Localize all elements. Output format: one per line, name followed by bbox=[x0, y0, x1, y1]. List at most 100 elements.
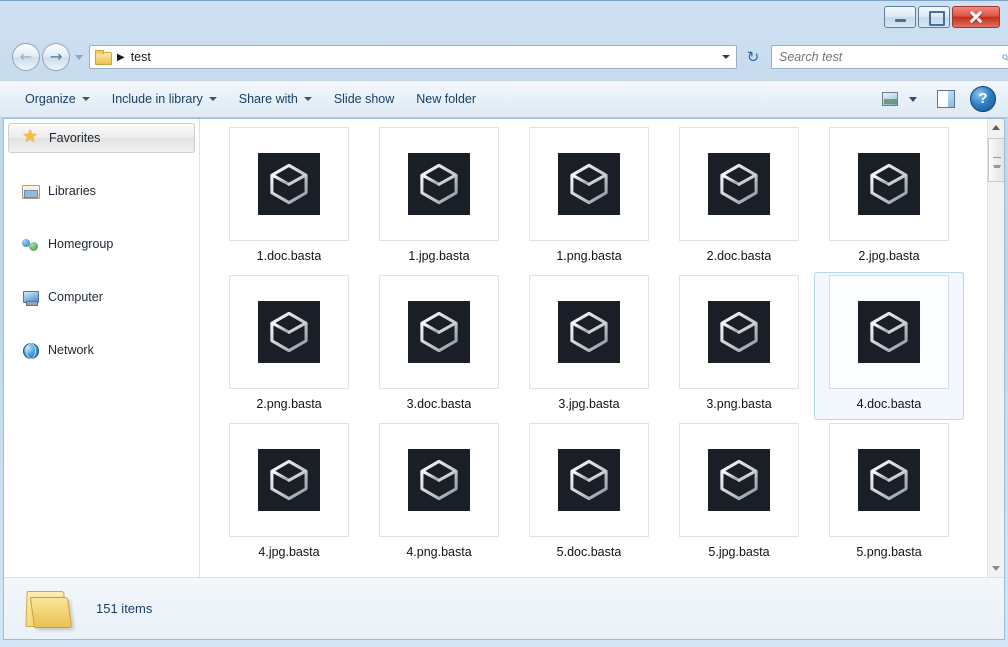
breadcrumb-separator-icon: ▶ bbox=[117, 51, 125, 63]
file-thumbnail bbox=[379, 127, 499, 241]
address-bar[interactable]: ▶ test bbox=[89, 45, 737, 69]
file-thumbnail bbox=[679, 423, 799, 537]
forward-arrow-icon: → bbox=[49, 47, 63, 66]
include-in-library-button[interactable]: Include in library bbox=[101, 86, 228, 112]
search-icon: ⌕ bbox=[1001, 49, 1008, 65]
chevron-down-icon bbox=[208, 97, 217, 101]
sidebar-item-favorites[interactable]: Favorites bbox=[8, 123, 195, 153]
computer-icon bbox=[22, 289, 39, 306]
file-thumbnail bbox=[679, 127, 799, 241]
file-item[interactable]: 1.jpg.basta bbox=[364, 124, 514, 272]
maximize-button[interactable] bbox=[918, 6, 950, 28]
search-input[interactable]: Search test bbox=[779, 50, 1001, 64]
new-folder-button[interactable]: New folder bbox=[405, 86, 487, 112]
organize-label: Organize bbox=[25, 92, 76, 106]
file-item[interactable]: 2.jpg.basta bbox=[814, 124, 964, 272]
file-name-label: 1.jpg.basta bbox=[408, 249, 470, 263]
slide-show-button[interactable]: Slide show bbox=[323, 86, 405, 112]
file-item[interactable]: 1.doc.basta bbox=[214, 124, 364, 272]
basta-cube-icon bbox=[858, 153, 920, 215]
sidebar-item-libraries[interactable]: Libraries bbox=[8, 176, 195, 206]
window-controls bbox=[884, 6, 1000, 28]
file-thumbnail bbox=[229, 127, 349, 241]
address-dropdown-icon[interactable] bbox=[718, 46, 734, 68]
refresh-button[interactable]: ↻ bbox=[740, 45, 766, 69]
file-thumbnail bbox=[829, 423, 949, 537]
basta-cube-icon bbox=[558, 449, 620, 511]
organize-button[interactable]: Organize bbox=[14, 86, 101, 112]
vertical-scrollbar[interactable] bbox=[987, 119, 1004, 577]
basta-cube-icon bbox=[408, 449, 470, 511]
file-thumbnail bbox=[829, 275, 949, 389]
basta-cube-icon bbox=[258, 449, 320, 511]
basta-cube-icon bbox=[708, 301, 770, 363]
file-name-label: 3.jpg.basta bbox=[558, 397, 620, 411]
sidebar-item-computer[interactable]: Computer bbox=[8, 282, 195, 312]
sidebar-item-label: Computer bbox=[48, 290, 103, 304]
back-button[interactable]: ← bbox=[12, 43, 40, 71]
basta-cube-icon bbox=[558, 301, 620, 363]
file-name-label: 4.doc.basta bbox=[856, 397, 922, 411]
file-item[interactable]: 1.png.basta bbox=[514, 124, 664, 272]
preview-pane-icon[interactable] bbox=[932, 87, 960, 111]
scroll-up-arrow[interactable] bbox=[988, 119, 1004, 136]
basta-cube-icon bbox=[408, 301, 470, 363]
basta-cube-icon bbox=[258, 301, 320, 363]
basta-cube-icon bbox=[558, 153, 620, 215]
open-folder-icon bbox=[22, 587, 74, 631]
file-item[interactable]: 3.png.basta bbox=[664, 272, 814, 420]
file-item[interactable]: 3.doc.basta bbox=[364, 272, 514, 420]
file-item[interactable]: 5.doc.basta bbox=[514, 420, 664, 568]
search-box[interactable]: Search test ⌕ bbox=[771, 45, 1008, 69]
sidebar-item-homegroup[interactable]: Homegroup bbox=[8, 229, 195, 259]
breadcrumb: ▶ test bbox=[113, 46, 718, 68]
file-item[interactable]: 2.doc.basta bbox=[664, 124, 814, 272]
file-thumbnail bbox=[829, 127, 949, 241]
file-name-label: 3.doc.basta bbox=[406, 397, 472, 411]
forward-button[interactable]: → bbox=[42, 43, 70, 71]
chevron-down-icon bbox=[303, 97, 312, 101]
window-body: Favorites Libraries Homegroup Computer N… bbox=[4, 119, 1004, 577]
file-thumbnail bbox=[529, 275, 649, 389]
file-item[interactable]: 3.jpg.basta bbox=[514, 272, 664, 420]
toolbar-right-group: ? bbox=[878, 86, 1008, 112]
file-name-label: 1.png.basta bbox=[556, 249, 622, 263]
chevron-down-icon bbox=[81, 97, 90, 101]
file-item[interactable]: 2.png.basta bbox=[214, 272, 364, 420]
file-item[interactable]: 5.png.basta bbox=[814, 420, 964, 568]
file-name-label: 5.png.basta bbox=[856, 545, 922, 559]
breadcrumb-item-test[interactable]: test bbox=[131, 50, 151, 64]
folder-icon bbox=[95, 50, 112, 65]
sidebar-item-label: Network bbox=[48, 343, 94, 357]
file-item[interactable]: 5.jpg.basta bbox=[664, 420, 814, 568]
file-list-view[interactable]: 1.doc.basta 1.jpg.basta 1.png.basta 2.do… bbox=[200, 119, 1004, 577]
homegroup-icon bbox=[22, 236, 39, 252]
sidebar-item-network[interactable]: Network bbox=[8, 335, 195, 365]
address-toolbar: ← → ▶ test ↻ Search test ⌕ bbox=[0, 40, 1008, 74]
recent-locations-dropdown[interactable] bbox=[73, 47, 86, 67]
share-with-label: Share with bbox=[238, 92, 298, 106]
change-view-icon[interactable] bbox=[878, 88, 902, 110]
file-grid: 1.doc.basta 1.jpg.basta 1.png.basta 2.do… bbox=[214, 124, 986, 568]
file-name-label: 1.doc.basta bbox=[256, 249, 322, 263]
file-item[interactable]: 4.png.basta bbox=[364, 420, 514, 568]
chevron-down-icon[interactable] bbox=[904, 88, 922, 110]
close-button[interactable] bbox=[952, 6, 1000, 28]
file-thumbnail bbox=[379, 423, 499, 537]
scroll-down-arrow[interactable] bbox=[988, 560, 1004, 577]
file-item[interactable]: 4.doc.basta bbox=[814, 272, 964, 420]
scroll-thumb[interactable] bbox=[988, 138, 1004, 182]
file-name-label: 2.doc.basta bbox=[706, 249, 772, 263]
help-icon[interactable]: ? bbox=[970, 86, 996, 112]
minimize-button[interactable] bbox=[884, 6, 916, 28]
basta-cube-icon bbox=[708, 153, 770, 215]
network-icon bbox=[22, 342, 39, 359]
explorer-window: ← → ▶ test ↻ Search test ⌕ Organize Incl… bbox=[0, 0, 1008, 647]
file-name-label: 2.jpg.basta bbox=[858, 249, 920, 263]
sidebar-item-label: Homegroup bbox=[48, 237, 114, 251]
file-item[interactable]: 4.jpg.basta bbox=[214, 420, 364, 568]
command-bar: Organize Include in library Share with S… bbox=[0, 80, 1008, 118]
file-thumbnail bbox=[679, 275, 799, 389]
file-name-label: 5.doc.basta bbox=[556, 545, 622, 559]
share-with-button[interactable]: Share with bbox=[228, 86, 323, 112]
